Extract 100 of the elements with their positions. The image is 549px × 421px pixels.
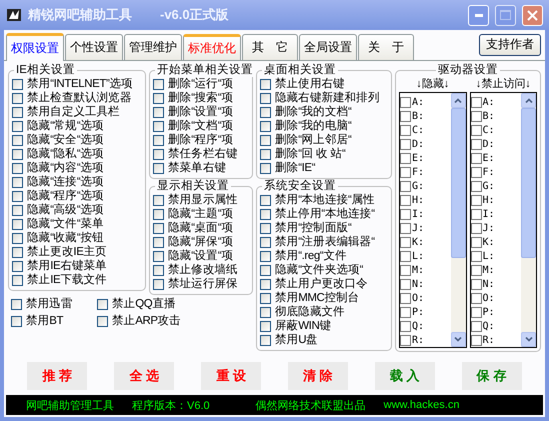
- checkbox[interactable]: [400, 194, 411, 206]
- checkbox[interactable]: [153, 134, 164, 146]
- drive-label[interactable]: J:: [412, 222, 424, 234]
- checkbox[interactable]: [470, 208, 482, 220]
- checkbox[interactable]: [400, 96, 411, 108]
- checkbox[interactable]: [470, 110, 482, 122]
- checkbox-label[interactable]: 禁用“控制面版“: [275, 221, 352, 235]
- checkbox-label[interactable]: 禁止检查默认浏览器: [27, 91, 132, 105]
- checkbox-label[interactable]: 删除“文档“项: [168, 119, 233, 133]
- checkbox-label[interactable]: 删除“程序“项: [168, 133, 233, 147]
- checkbox[interactable]: [470, 222, 482, 234]
- drive-label[interactable]: H:: [482, 194, 495, 206]
- checkbox-label[interactable]: 隐藏右键新建和排列: [275, 91, 380, 105]
- checkbox[interactable]: [153, 264, 164, 276]
- checkbox[interactable]: [12, 218, 23, 230]
- drive-label[interactable]: M:: [482, 264, 495, 276]
- checkbox-label[interactable]: 删除“我的电脑“: [275, 119, 352, 133]
- drive-label[interactable]: C:: [482, 124, 495, 136]
- checkbox[interactable]: [400, 292, 411, 304]
- checkbox-label[interactable]: 禁用显示属性: [168, 193, 238, 207]
- checkbox[interactable]: [470, 306, 482, 318]
- checkbox[interactable]: [12, 162, 23, 174]
- checkbox[interactable]: [12, 204, 23, 216]
- checkbox-label[interactable]: 隐藏“设置“项: [168, 249, 233, 263]
- tab[interactable]: 其 它: [242, 34, 298, 60]
- checkbox-label[interactable]: 禁用“注册表编辑器“: [275, 235, 375, 249]
- checkbox-label[interactable]: 禁用迅雷: [26, 297, 72, 311]
- checkbox[interactable]: [11, 298, 22, 310]
- checkbox[interactable]: [260, 194, 271, 206]
- action-button[interactable]: 载 入: [374, 362, 435, 390]
- checkbox-label[interactable]: 隐藏“桌面“项: [168, 221, 233, 235]
- checkbox[interactable]: [12, 246, 23, 258]
- checkbox-label[interactable]: 禁址运行屏保: [168, 277, 238, 291]
- drive-label[interactable]: K:: [482, 236, 495, 248]
- checkbox[interactable]: [260, 264, 271, 276]
- checkbox[interactable]: [400, 222, 411, 234]
- checkbox-label[interactable]: 隐藏“文件“菜单: [27, 217, 104, 231]
- checkbox-label[interactable]: 删除“网上邻居“: [275, 133, 352, 147]
- checkbox-label[interactable]: 隐藏“连接“选项: [27, 175, 104, 189]
- checkbox-label[interactable]: 隐藏“内容“选项: [27, 161, 104, 175]
- checkbox[interactable]: [400, 138, 411, 150]
- checkbox[interactable]: [470, 96, 482, 108]
- tab[interactable]: 个性设置: [65, 34, 123, 60]
- drive-label[interactable]: I:: [412, 208, 424, 220]
- checkbox[interactable]: [12, 232, 23, 244]
- checkbox-label[interactable]: 删除“搜索“项: [168, 91, 233, 105]
- checkbox[interactable]: [400, 110, 411, 122]
- checkbox[interactable]: [153, 120, 164, 132]
- tab[interactable]: 权限设置: [6, 33, 64, 61]
- drive-label[interactable]: B:: [412, 110, 424, 122]
- checkbox[interactable]: [153, 278, 164, 290]
- checkbox[interactable]: [470, 124, 482, 136]
- checkbox[interactable]: [400, 208, 411, 220]
- checkbox[interactable]: [260, 320, 271, 332]
- tab[interactable]: 关 于: [358, 34, 414, 60]
- checkbox-label[interactable]: 禁用IE右键菜单: [27, 259, 107, 273]
- checkbox-label[interactable]: 隐藏“程序“选项: [27, 189, 104, 203]
- checkbox-label[interactable]: 禁用U盘: [275, 333, 318, 347]
- checkbox-label[interactable]: 屏蔽WIN键: [275, 319, 331, 333]
- checkbox[interactable]: [11, 316, 22, 326]
- scrollbar[interactable]: [450, 93, 466, 347]
- checkbox[interactable]: [12, 148, 23, 160]
- checkbox[interactable]: [260, 162, 271, 174]
- checkbox[interactable]: [400, 152, 411, 164]
- checkbox[interactable]: [470, 292, 482, 304]
- drive-label[interactable]: P:: [412, 306, 424, 318]
- checkbox-label[interactable]: 隐藏“安全“选项: [27, 133, 104, 147]
- checkbox[interactable]: [153, 194, 164, 206]
- checkbox-label[interactable]: 隐藏“主题“项: [168, 207, 233, 221]
- drive-label[interactable]: N:: [482, 278, 495, 290]
- drive-label[interactable]: G:: [412, 180, 424, 192]
- drive-label[interactable]: K:: [412, 236, 424, 248]
- checkbox[interactable]: [97, 316, 108, 326]
- drive-label[interactable]: N:: [412, 278, 424, 290]
- checkbox[interactable]: [260, 278, 271, 290]
- checkbox[interactable]: [12, 274, 23, 286]
- checkbox[interactable]: [470, 278, 482, 290]
- checkbox[interactable]: [153, 78, 164, 90]
- checkbox-label[interactable]: 删除“我的文档“: [275, 105, 352, 119]
- checkbox[interactable]: [470, 264, 482, 276]
- drive-label[interactable]: L:: [482, 250, 495, 262]
- checkbox-label[interactable]: 禁止ARP攻击: [112, 314, 181, 328]
- checkbox[interactable]: [400, 320, 411, 332]
- checkbox-label[interactable]: 禁用“.reg“文件: [275, 249, 346, 263]
- checkbox-label[interactable]: 禁止使用右键: [275, 77, 345, 91]
- checkbox-label[interactable]: 禁任务栏右键: [168, 147, 238, 161]
- checkbox-label[interactable]: 隐藏“屏保“项: [168, 235, 233, 249]
- support-author-button[interactable]: 支持作者: [479, 34, 541, 56]
- checkbox-label[interactable]: 禁菜单右键: [168, 161, 226, 175]
- checkbox-label[interactable]: 禁止更改IE主页: [27, 245, 107, 259]
- checkbox[interactable]: [470, 334, 482, 346]
- checkbox-label[interactable]: 删除“设置“项: [168, 105, 233, 119]
- drive-label[interactable]: F:: [412, 166, 424, 178]
- checkbox[interactable]: [260, 78, 271, 90]
- checkbox[interactable]: [400, 250, 411, 262]
- checkbox-label[interactable]: 禁止停用“本地连接“: [275, 207, 375, 221]
- close-button[interactable]: [522, 4, 543, 26]
- checkbox-label[interactable]: 禁止QQ直播: [112, 297, 176, 311]
- checkbox[interactable]: [12, 120, 23, 132]
- drive-label[interactable]: O:: [482, 292, 495, 304]
